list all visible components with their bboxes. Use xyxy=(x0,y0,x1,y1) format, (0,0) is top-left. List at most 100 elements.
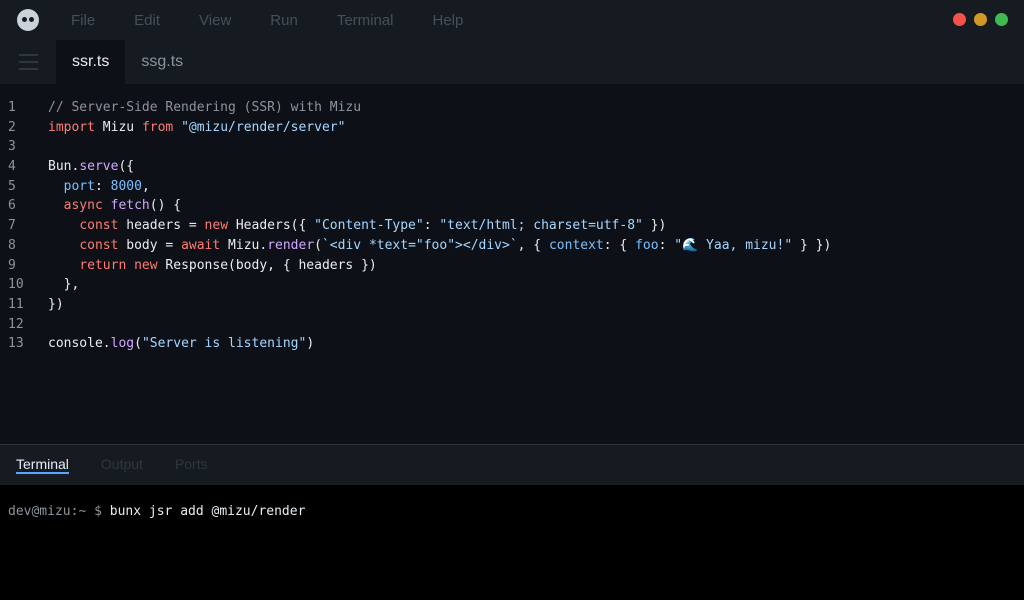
code-token: ( xyxy=(314,237,322,253)
code-token: import xyxy=(48,119,95,135)
code-token: }, xyxy=(48,277,80,293)
line-number: 7 xyxy=(8,218,16,234)
code-token: await xyxy=(181,237,221,253)
code-token: new xyxy=(134,257,158,273)
code-token: headers = xyxy=(118,218,205,234)
code-token: "Content-Type" xyxy=(314,218,424,234)
code-token: async xyxy=(63,198,103,214)
code-token: render xyxy=(267,237,315,253)
code-token: () { xyxy=(149,198,182,214)
code-token: : xyxy=(423,218,440,234)
code-token: context xyxy=(548,237,604,253)
code-token: Mizu xyxy=(94,119,142,135)
code-token: , { xyxy=(517,237,549,253)
code-token: }) xyxy=(48,296,64,312)
panel-tab-terminal[interactable]: Terminal xyxy=(16,456,69,474)
code-token: new xyxy=(204,218,229,234)
line-number: 1 xyxy=(8,100,16,115)
code-token: }) xyxy=(642,218,667,234)
code-token: foo xyxy=(635,237,659,253)
code-line: 9 return new Response(body, { headers }) xyxy=(0,256,1024,276)
code-text: // Server-Side Rendering (SSR) with Mizu xyxy=(48,98,361,118)
line-number: 3 xyxy=(8,139,16,155)
code-token: // Server-Side Rendering (SSR) with Mizu xyxy=(48,100,362,115)
code-line: 3 xyxy=(0,137,1024,157)
terminal-prompt: dev@mizu:~ $ xyxy=(8,504,110,519)
code-line: 10 }, xyxy=(0,275,1024,295)
editor-tab-bar: ssr.ts ssg.ts xyxy=(0,40,1024,84)
title-bar: File Edit View Run Terminal Help xyxy=(0,0,1024,40)
code-token: fetch xyxy=(110,198,150,214)
code-token: Bun. xyxy=(48,159,80,175)
close-window-button[interactable] xyxy=(953,13,966,26)
code-token: } }) xyxy=(792,237,832,253)
ide-window: File Edit View Run Terminal Help ssr.ts ssg.ts… xyxy=(0,0,1024,600)
line-number: 8 xyxy=(8,237,16,253)
code-token: Mizu. xyxy=(220,237,268,253)
code-token: return xyxy=(79,257,127,273)
line-number: 9 xyxy=(8,257,16,273)
code-token: log xyxy=(110,336,135,352)
line-number: 5 xyxy=(8,178,16,194)
code-text: const body = await Mizu.render(`<div *te… xyxy=(48,236,831,256)
code-token: port xyxy=(63,178,95,194)
code-token: "Server is listening" xyxy=(141,336,307,352)
code-line: 1 // Server-Side Rendering (SSR) with Miz… xyxy=(0,98,1024,118)
file-tab-ssr-ts[interactable]: ssr.ts xyxy=(56,40,126,84)
maximize-window-button[interactable] xyxy=(995,13,1008,26)
code-token: 8000 xyxy=(110,178,142,194)
code-text: port: 8000, xyxy=(48,177,150,197)
file-tabs: ssr.ts ssg.ts xyxy=(56,40,199,84)
code-token: Response(body, { headers }) xyxy=(157,257,377,273)
line-number: 6 xyxy=(8,198,16,214)
panel-tab-ports[interactable]: Ports xyxy=(175,456,208,474)
line-number: 13 xyxy=(8,336,24,352)
menu-file[interactable]: File xyxy=(71,12,95,29)
code-text: }) xyxy=(48,295,64,315)
code-token: const xyxy=(79,218,119,234)
menu-edit[interactable]: Edit xyxy=(134,12,160,29)
code-text: console.log("Server is listening") xyxy=(48,334,314,354)
hamburger-icon[interactable] xyxy=(0,40,56,84)
code-token: const xyxy=(79,237,119,253)
code-token: ) xyxy=(306,336,315,352)
code-text: Bun.serve({ xyxy=(48,157,134,177)
terminal-line: dev@mizu:~ $ bunx jsr add @mizu/render xyxy=(8,504,305,519)
minimize-window-button[interactable] xyxy=(974,13,987,26)
code-text: }, xyxy=(48,275,80,295)
code-token: serve xyxy=(79,159,119,175)
code-token: : { xyxy=(603,237,636,253)
terminal-command: bunx jsr add @mizu/render xyxy=(109,504,306,519)
file-tab-ssg-ts[interactable]: ssg.ts xyxy=(125,40,199,84)
panel-tab-output[interactable]: Output xyxy=(101,456,143,474)
code-line: 6 async fetch() { xyxy=(0,196,1024,216)
code-token: console. xyxy=(48,336,111,352)
code-text: async fetch() { xyxy=(48,196,181,216)
menu-terminal[interactable]: Terminal xyxy=(337,12,394,29)
window-controls xyxy=(953,13,1008,26)
code-line: 11}) xyxy=(0,295,1024,315)
cat-face-logo-icon xyxy=(17,9,39,31)
code-token: from xyxy=(141,119,174,135)
code-token: "🌊 Yaa, mizu!" xyxy=(674,237,793,253)
code-line: 8 const body = await Mizu.render(`<div *… xyxy=(0,236,1024,256)
menu-view[interactable]: View xyxy=(199,12,231,29)
terminal-panel[interactable]: dev@mizu:~ $ bunx jsr add @mizu/render xyxy=(0,485,1024,600)
menu-run[interactable]: Run xyxy=(270,12,298,29)
menu-help[interactable]: Help xyxy=(433,12,464,29)
code-editor[interactable]: 1 // Server-Side Rendering (SSR) with Miz… xyxy=(0,84,1024,444)
code-token: "text/html; charset=utf-8" xyxy=(439,218,643,234)
code-token: Headers({ xyxy=(228,218,315,234)
line-number: 2 xyxy=(8,119,16,135)
line-number: 11 xyxy=(8,296,24,312)
code-line: 2 import Mizu from "@mizu/render/server" xyxy=(0,118,1024,138)
menu-bar: File Edit View Run Terminal Help xyxy=(63,12,502,29)
code-line: 4 Bun.serve({ xyxy=(0,157,1024,177)
code-token: , xyxy=(141,178,150,194)
